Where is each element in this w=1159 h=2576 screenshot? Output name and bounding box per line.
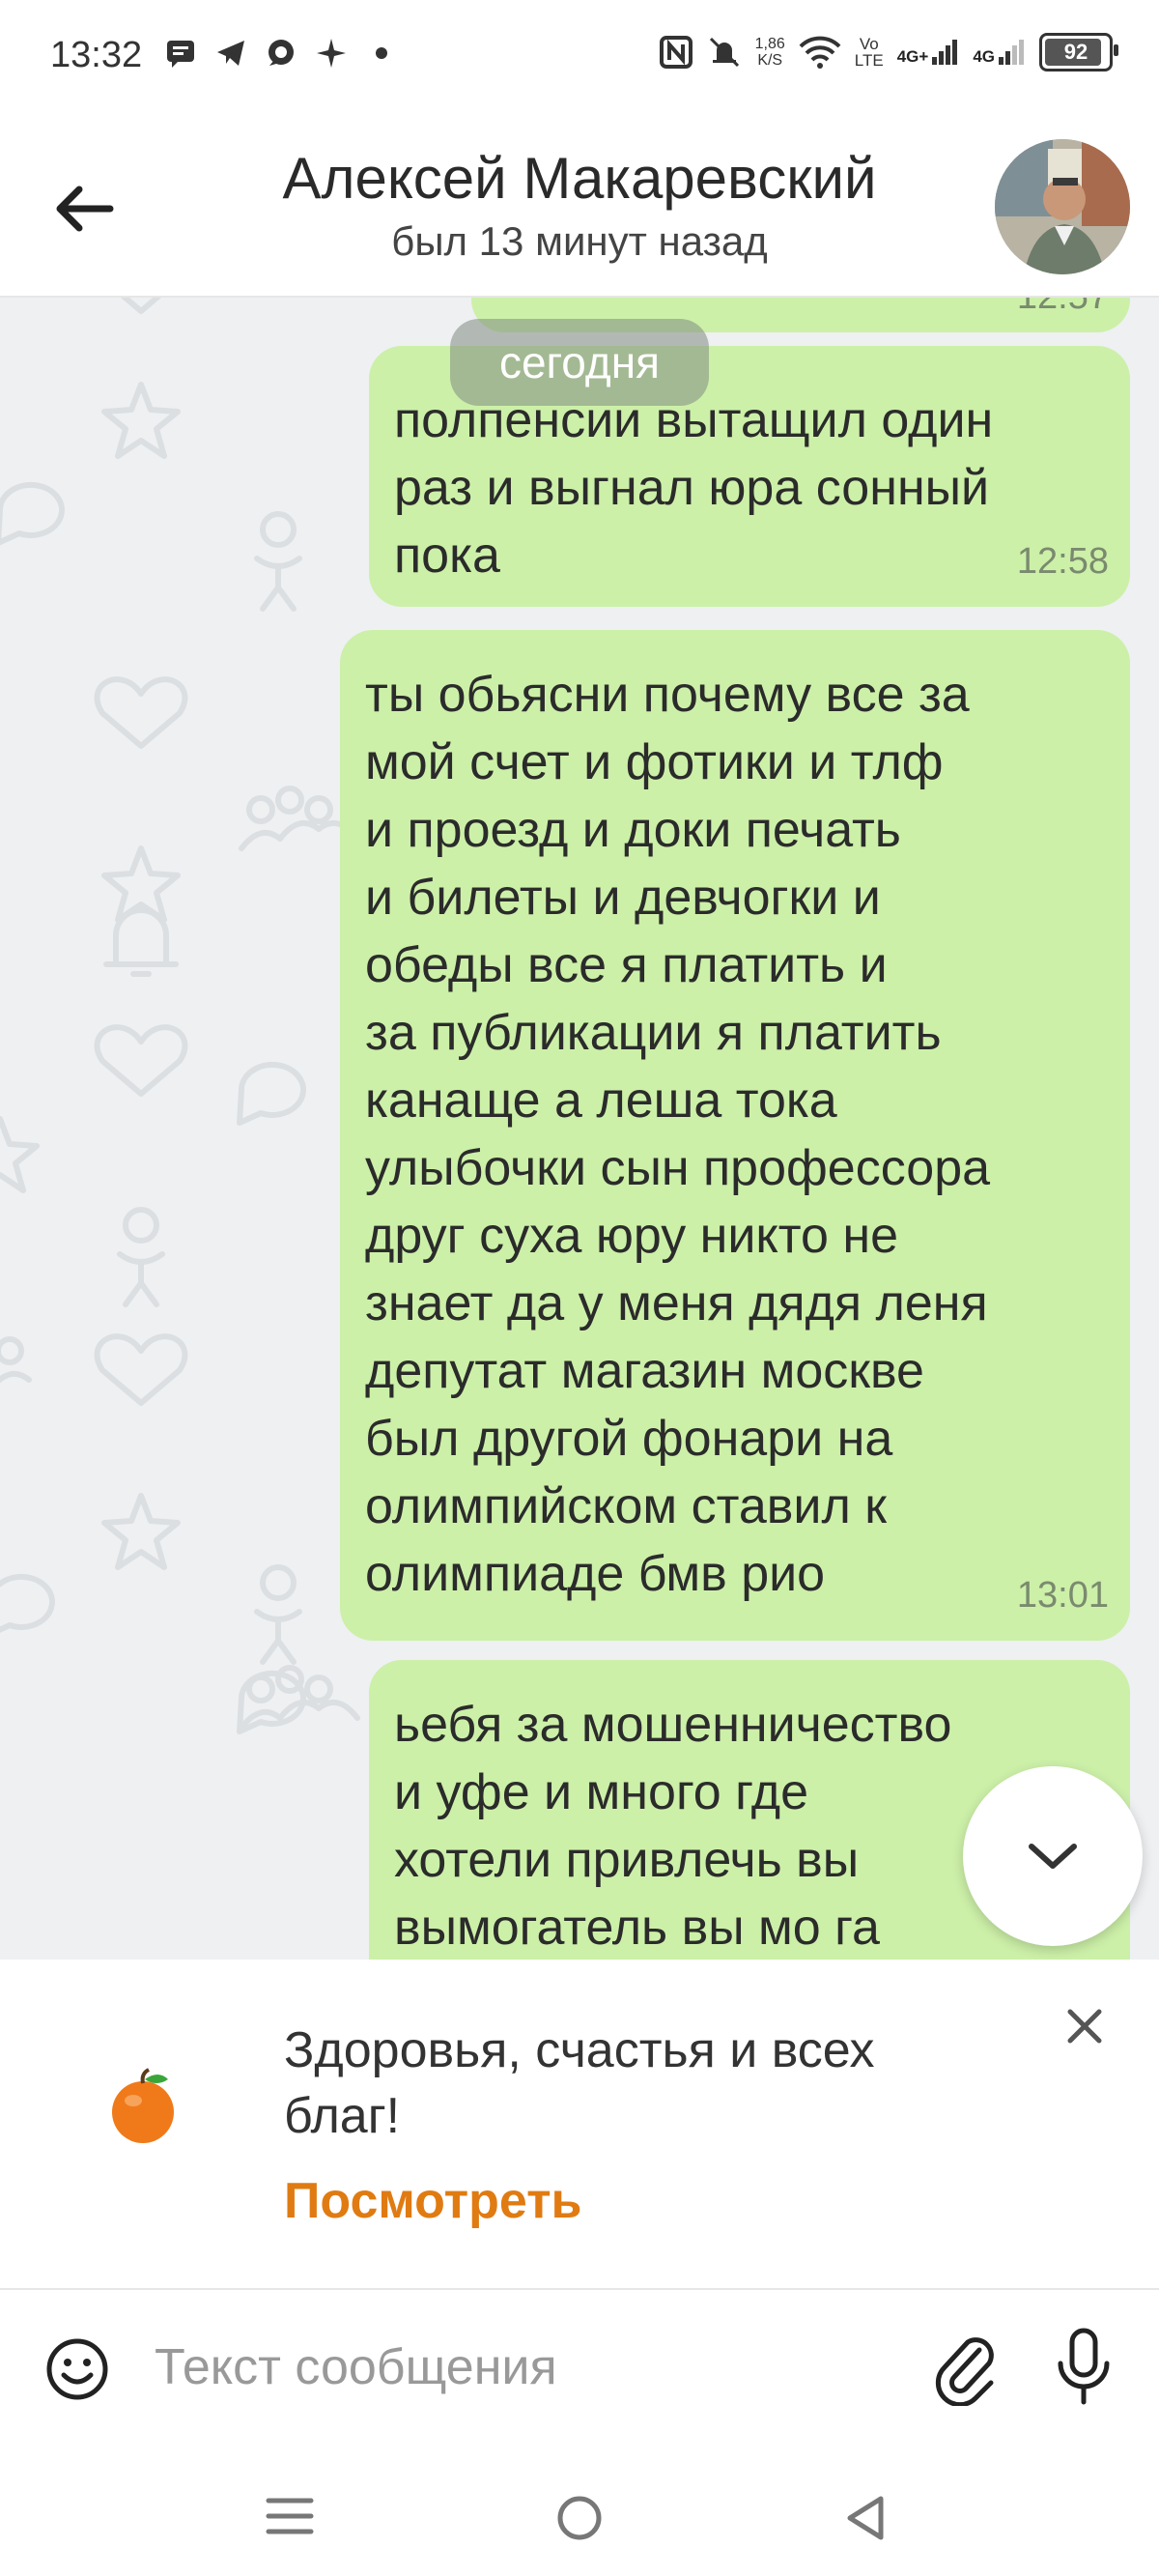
volte-indicator: Vo LTE — [854, 35, 884, 70]
message-time: 12:58 — [1016, 541, 1109, 582]
ok-person-icon — [123, 1207, 159, 1244]
back-icon[interactable] — [842, 2493, 889, 2543]
date-separator: сегодня — [450, 319, 709, 406]
telegram-icon — [217, 41, 244, 66]
chevron-down-icon — [1029, 1844, 1077, 1869]
notification-icons — [164, 37, 398, 70]
status-bar: 13:32 1,86 K/S Vo LTE 4G+ 4G 92 — [0, 0, 1159, 116]
message-time: 13:01 — [1016, 1575, 1109, 1616]
heart-icon — [94, 1333, 188, 1406]
sparkle-icon — [317, 39, 346, 68]
heart-icon — [120, 298, 162, 314]
signal-icon — [999, 40, 1024, 65]
chat-bubbles-icon — [0, 481, 65, 546]
promo-view-link[interactable]: Посмотреть — [284, 2172, 582, 2230]
chat-bubble-icon — [269, 40, 294, 66]
scroll-down-button[interactable] — [963, 1766, 1143, 1946]
bell-muted-icon — [709, 37, 739, 68]
speed-unit: K/S — [757, 52, 783, 69]
message-input-bar — [0, 2290, 1159, 2454]
paperclip-icon[interactable] — [931, 2329, 1001, 2406]
promo-text: Здоровья, счастья и всех благ! — [284, 2022, 875, 2144]
menu-icon[interactable] — [263, 2493, 317, 2539]
network-speed: 1,86 K/S — [755, 36, 785, 69]
battery-level: 92 — [1063, 40, 1088, 64]
signal-1: 4G+ — [897, 38, 960, 67]
ok-person-icon — [260, 1564, 297, 1601]
microphone-icon[interactable] — [1053, 2327, 1115, 2408]
ok-person-icon — [260, 511, 297, 548]
home-icon[interactable] — [554, 2493, 605, 2543]
heart-icon — [94, 676, 188, 749]
star-icon — [101, 1493, 181, 1570]
star-icon — [101, 382, 181, 459]
signal-icon — [932, 40, 958, 65]
wifi-icon — [799, 36, 841, 69]
status-time: 13:32 — [50, 35, 143, 75]
message-input[interactable] — [155, 2329, 889, 2406]
smile-icon[interactable] — [42, 2334, 112, 2404]
chat-bubbles-icon — [0, 1573, 55, 1633]
star-icon — [0, 1116, 40, 1193]
contact-status: был 13 минут назад — [391, 218, 768, 264]
avatar-photo — [995, 139, 1130, 274]
message-bubble[interactable]: ты обьясни почему все за мой счет и фоти… — [340, 630, 1130, 1641]
chat-bubbles-icon — [237, 1061, 306, 1126]
speed-value: 1,86 — [754, 36, 785, 52]
avatar[interactable] — [995, 139, 1130, 274]
status-indicators: 1,86 K/S Vo LTE 4G+ 4G 92 — [659, 33, 1118, 72]
close-icon[interactable] — [1060, 2002, 1109, 2050]
message-text: полпенсии вытащил один раз и выгнал юра … — [394, 392, 994, 584]
tangerine-icon — [112, 2068, 174, 2143]
network-type-2: 4G — [973, 47, 995, 66]
message-notification-icon — [167, 41, 194, 68]
message-time: 12:57 — [1017, 298, 1109, 330]
contact-name[interactable]: Алексей Макаревский — [0, 145, 1159, 212]
nfc-icon — [659, 36, 693, 69]
battery-indicator: 92 — [1039, 33, 1118, 72]
heart-icon — [94, 1024, 188, 1097]
network-type-1: 4G+ — [896, 47, 929, 66]
chat-area[interactable]: 12:57 полпенсии вытащил один раз и выгна… — [0, 298, 1159, 1960]
group-icon — [239, 1665, 360, 1731]
signal-2: 4G — [973, 38, 1026, 67]
chat-header: Алексей Макаревский был 13 минут назад — [0, 116, 1159, 298]
dot-icon — [376, 47, 387, 59]
message-text: ты обьясни почему все за мой счет и фоти… — [365, 667, 991, 1602]
system-navigation-bar — [0, 2454, 1159, 2576]
promo-banner[interactable]: Здоровья, счастья и всех благ! Посмотрет… — [0, 1960, 1159, 2290]
group-icon — [0, 1336, 32, 1384]
